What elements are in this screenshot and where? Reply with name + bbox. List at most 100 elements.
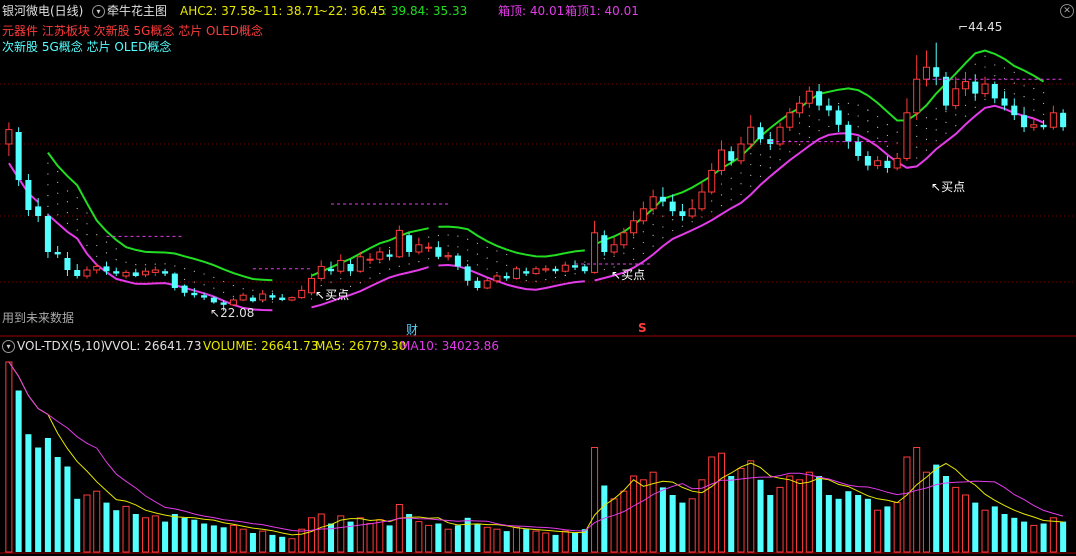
band-dot xyxy=(86,223,88,225)
band-dot xyxy=(174,265,176,267)
stock-chart[interactable] xyxy=(0,0,1076,556)
band-dot xyxy=(330,281,332,283)
band-dot xyxy=(857,104,859,106)
candle-body xyxy=(972,81,979,94)
band-dot xyxy=(633,237,635,239)
volume-bar xyxy=(639,479,647,553)
candle-body xyxy=(542,268,550,271)
candle-body xyxy=(796,102,804,114)
candle-body xyxy=(279,297,286,300)
volume-bar xyxy=(171,514,178,552)
candle-body xyxy=(83,269,91,277)
band-dot xyxy=(877,126,879,128)
band-dot xyxy=(740,193,742,196)
band-dot xyxy=(496,261,498,263)
volume-bar xyxy=(307,517,316,553)
candle-body xyxy=(327,268,335,272)
band-dot xyxy=(711,200,713,202)
band-dot xyxy=(828,125,830,128)
candle-body xyxy=(581,266,588,272)
buy-point-1: ↖买点 xyxy=(315,288,350,302)
volume-bar xyxy=(327,523,335,552)
volume-bar xyxy=(620,490,628,553)
volume-bar xyxy=(728,476,735,552)
volume-bar xyxy=(572,533,579,552)
candle-body xyxy=(591,232,599,273)
band-dot xyxy=(867,109,869,111)
candle-body xyxy=(122,271,130,277)
band-dot xyxy=(984,55,986,57)
volume-value: VOLUME: 26641.73 xyxy=(203,339,319,353)
volume-bar xyxy=(483,526,491,553)
band-dot xyxy=(388,246,391,249)
band-dot xyxy=(47,205,49,207)
band-dot xyxy=(759,143,762,145)
band-dot xyxy=(945,111,947,113)
candle-body xyxy=(454,255,461,267)
close-icon[interactable]: ✕ xyxy=(1060,4,1074,18)
finance-marker[interactable]: 财 xyxy=(406,321,418,338)
band-dot xyxy=(740,172,742,174)
band-dot xyxy=(925,149,928,151)
band-dot xyxy=(681,225,684,227)
candle-body xyxy=(1040,124,1047,128)
indicator-selector[interactable]: ▾ 牵牛花主图 xyxy=(92,2,167,20)
band-dot xyxy=(652,213,654,215)
band-dot xyxy=(457,246,459,248)
candle-body xyxy=(728,151,735,161)
band-dot xyxy=(642,241,644,244)
band-dot xyxy=(86,234,88,236)
volume-bar xyxy=(981,509,989,553)
band-dot xyxy=(886,124,889,126)
value-3: : 39.84 xyxy=(383,4,426,18)
candle-body xyxy=(74,270,81,276)
volume-bar xyxy=(454,525,461,552)
band-dot xyxy=(486,246,488,248)
band-dot xyxy=(955,125,957,127)
band-dot xyxy=(496,250,498,252)
volume-bar xyxy=(493,528,501,553)
candle-body xyxy=(64,258,71,270)
band-dot xyxy=(545,279,547,281)
band-dot xyxy=(154,263,156,265)
band-dot xyxy=(847,102,849,104)
band-dot xyxy=(213,276,215,278)
volume-bar xyxy=(805,471,813,553)
volume-bar xyxy=(776,486,784,553)
band-dot xyxy=(935,107,937,109)
candle-body xyxy=(181,285,188,293)
band-dot xyxy=(262,301,264,303)
high-price-label: ⌐44.45 xyxy=(958,20,1003,34)
candle-body xyxy=(210,297,217,303)
candle-body xyxy=(610,244,618,253)
band-dot xyxy=(232,285,234,287)
band-dot xyxy=(486,257,488,259)
band-dot xyxy=(1042,102,1045,105)
concept-tags-line1: 元器件 江苏板块 次新股 5G概念 芯片 OLED概念 xyxy=(2,24,263,38)
candle-body xyxy=(942,76,950,106)
candle-body xyxy=(933,67,940,77)
volume-bar xyxy=(1021,521,1028,552)
low-price-label: ↖22.08 xyxy=(210,306,255,320)
box-top-value: 箱顶: 40.01 xyxy=(498,4,565,18)
volume-indicator-selector[interactable]: ▾ VOL-TDX(5,10) xyxy=(2,339,105,353)
band-dot xyxy=(633,247,635,250)
band-dot xyxy=(955,114,957,116)
s-marker[interactable]: S xyxy=(638,321,647,335)
volume-bar xyxy=(796,479,804,553)
band-dot xyxy=(76,218,78,220)
band-dot xyxy=(252,289,254,291)
volume-bar xyxy=(220,527,227,552)
volume-bar xyxy=(54,457,61,552)
candle-body xyxy=(747,126,755,145)
band-dot xyxy=(1013,71,1015,73)
volume-bar xyxy=(717,452,725,553)
band-dot xyxy=(798,133,801,135)
band-dot xyxy=(623,252,625,254)
candle-body xyxy=(298,289,306,299)
volume-bar xyxy=(15,390,22,552)
band-dot xyxy=(66,201,69,203)
band-dot xyxy=(750,174,752,176)
band-dot xyxy=(193,281,195,283)
band-dot xyxy=(96,255,98,257)
